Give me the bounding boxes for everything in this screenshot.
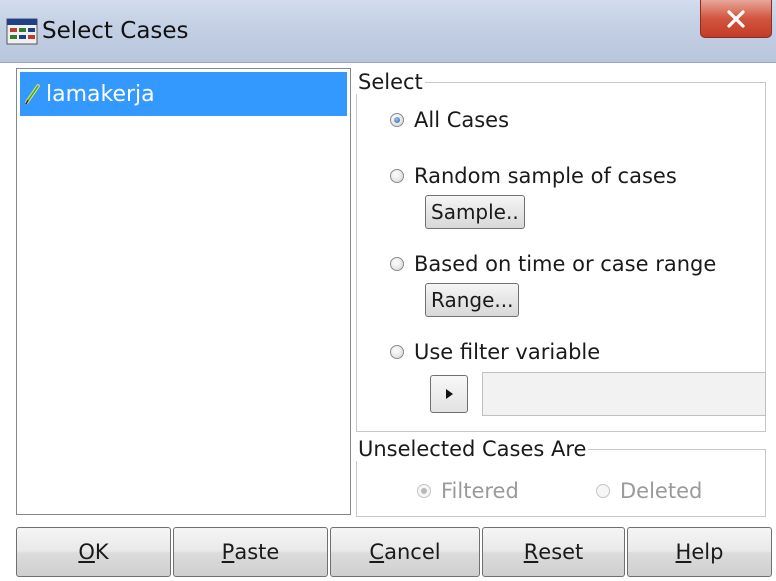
radio-button[interactable] [390, 257, 404, 271]
ok-button[interactable]: OK [16, 527, 171, 577]
radio-label: Deleted [620, 479, 703, 503]
ok-label-rest: K [94, 540, 109, 564]
radio-label: Based on time or case range [414, 252, 717, 276]
unselected-cases-group: Unselected Cases Are [356, 437, 766, 517]
variable-name: lamakerja [46, 81, 155, 107]
close-button[interactable] [700, 0, 772, 38]
variable-list[interactable]: lamakerja [16, 68, 351, 515]
radio-button[interactable] [596, 484, 610, 498]
cancel-mnemonic: C [369, 540, 385, 564]
radio-time-case-range[interactable]: Based on time or case range [390, 252, 716, 276]
radio-button[interactable] [390, 169, 404, 183]
radio-label: Filtered [441, 479, 519, 503]
radio-all-cases[interactable]: All Cases [390, 108, 509, 132]
select-group-legend: Select [358, 70, 423, 94]
move-variable-button[interactable] [430, 375, 468, 413]
help-mnemonic: H [675, 540, 692, 564]
radio-button[interactable] [417, 484, 431, 498]
help-button[interactable]: Help [627, 527, 772, 577]
spss-app-icon [6, 16, 38, 46]
unselected-group-legend: Unselected Cases Are [358, 437, 587, 461]
window-title: Select Cases [42, 18, 189, 44]
reset-button[interactable]: Reset [482, 527, 625, 577]
ok-mnemonic: O [78, 540, 95, 564]
paste-label-rest: aste [234, 540, 280, 564]
title-bar: Select Cases [0, 0, 776, 63]
list-item[interactable]: lamakerja [20, 72, 347, 116]
radio-button[interactable] [390, 345, 404, 359]
dialog-button-bar: OK Paste Cancel Reset Help [16, 527, 776, 581]
close-icon [727, 9, 745, 28]
radio-label: Random sample of cases [414, 164, 677, 188]
sample-button[interactable]: Sample.. [425, 195, 525, 229]
radio-label: Use filter variable [414, 340, 601, 364]
reset-mnemonic: R [523, 540, 539, 564]
paste-mnemonic: P [221, 540, 235, 564]
filter-variable-field[interactable] [482, 372, 766, 416]
radio-deleted[interactable]: Deleted [596, 479, 702, 503]
reset-label-rest: eset [538, 540, 584, 564]
scale-pencil-icon [24, 83, 42, 105]
radio-label: All Cases [414, 108, 510, 132]
range-button[interactable]: Range... [425, 283, 520, 317]
cancel-button[interactable]: Cancel [330, 527, 480, 577]
arrow-right-icon [446, 389, 453, 399]
help-label-rest: elp [691, 540, 724, 564]
radio-use-filter-variable[interactable]: Use filter variable [390, 340, 600, 364]
radio-button[interactable] [390, 113, 404, 127]
cancel-label-rest: ancel [384, 540, 441, 564]
radio-filtered[interactable]: Filtered [417, 479, 519, 503]
radio-random-sample[interactable]: Random sample of cases [390, 164, 677, 188]
paste-button[interactable]: Paste [173, 527, 328, 577]
